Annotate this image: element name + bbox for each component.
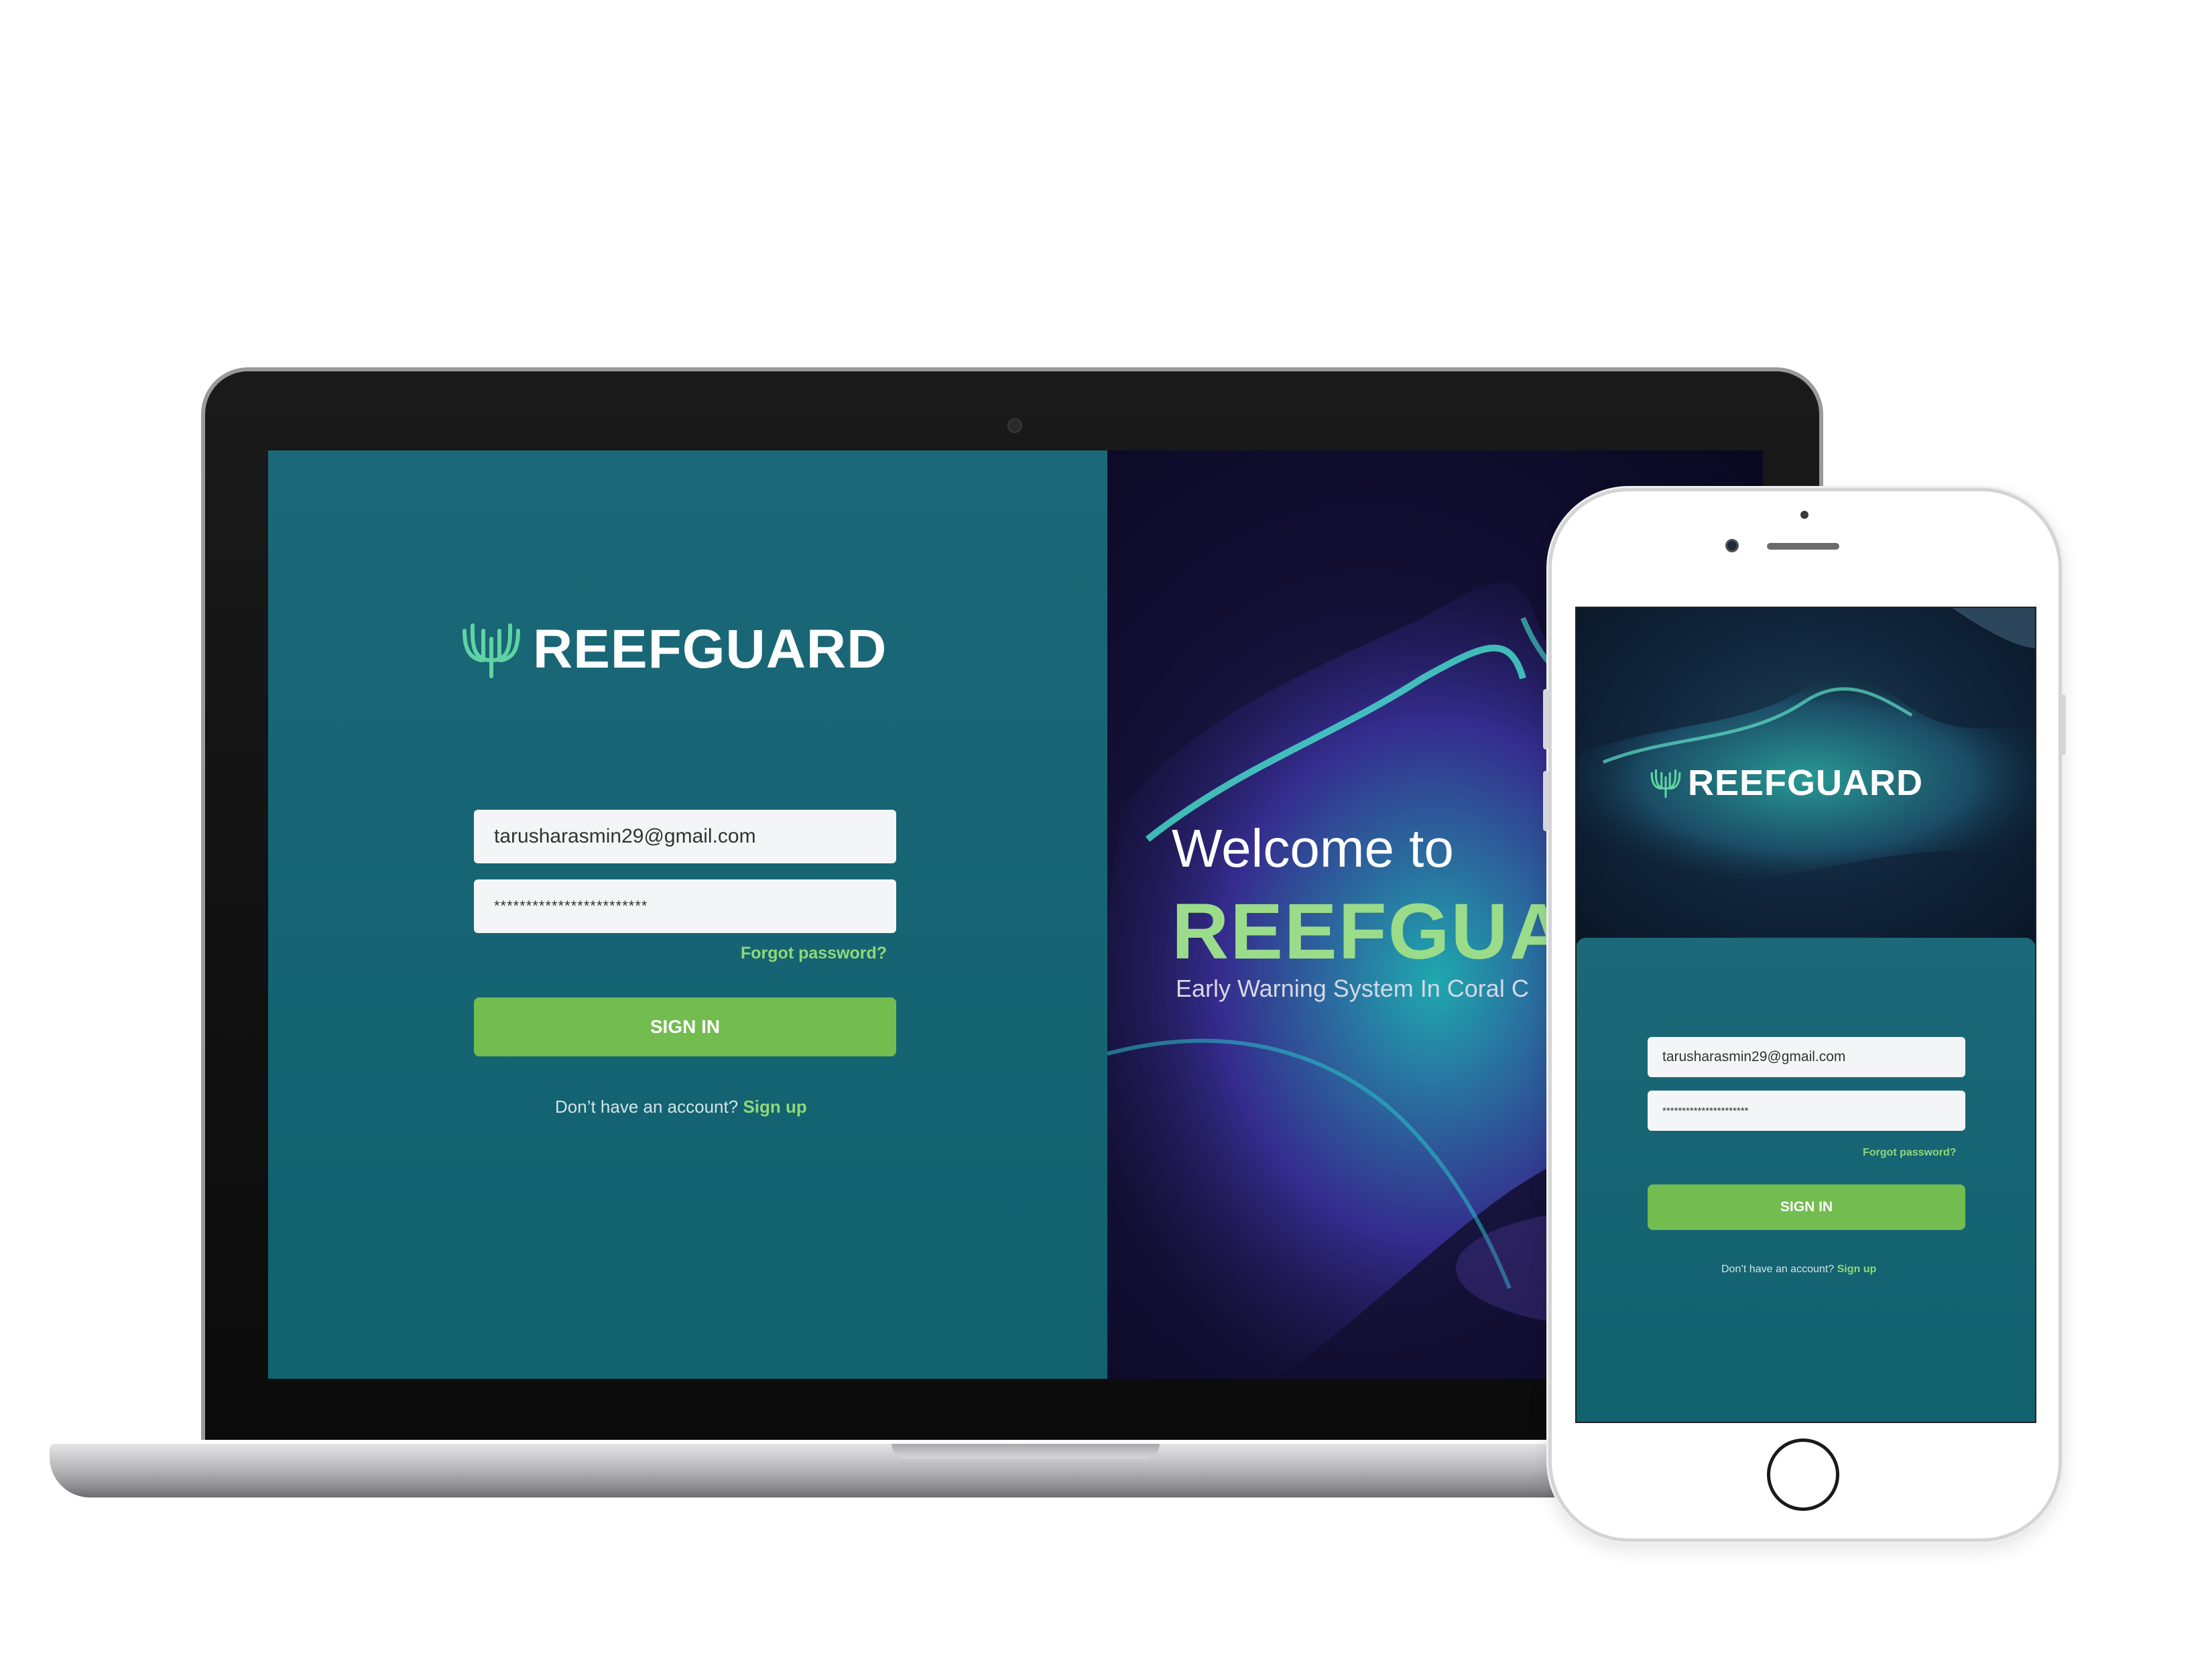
signup-row: Don’t have an account? Sign up bbox=[1721, 1264, 1876, 1276]
password-field[interactable]: ************************ bbox=[474, 879, 896, 933]
phone-hero: REEFGUARD bbox=[1577, 608, 2035, 943]
hero-welcome: Welcome to bbox=[1172, 818, 1454, 878]
laptop-camera bbox=[1007, 418, 1022, 433]
brand-logo: REEFGUARD bbox=[459, 618, 887, 681]
signup-prompt: Don’t have an account? bbox=[1721, 1264, 1835, 1275]
hero-title: REEFGUA bbox=[1172, 887, 1568, 976]
brand-name: REEFGUARD bbox=[1688, 763, 1924, 803]
forgot-password-link[interactable]: Forgot password? bbox=[1863, 1147, 1957, 1159]
phone-screen: REEFGUARD tarusharasmin29@gmail.com ****… bbox=[1575, 607, 2036, 1423]
phone-volume-button bbox=[1543, 771, 1548, 831]
login-panel: REEFGUARD tarusharasmin29@gmail.com ****… bbox=[268, 450, 1107, 1379]
phone-front-camera bbox=[1725, 539, 1739, 552]
sign-in-button[interactable]: SIGN IN bbox=[474, 997, 896, 1056]
brand-logo: REEFGUARD bbox=[1649, 762, 1923, 804]
email-field[interactable]: tarusharasmin29@gmail.com bbox=[1648, 1037, 1965, 1077]
sign-in-button[interactable]: SIGN IN bbox=[1648, 1184, 1965, 1230]
password-field[interactable]: ********************** bbox=[1648, 1091, 1965, 1131]
coral-logo-icon bbox=[463, 623, 520, 678]
phone-sensor bbox=[1800, 511, 1808, 519]
brand-name: REEFGUARD bbox=[533, 619, 887, 680]
phone-speaker bbox=[1767, 543, 1839, 550]
phone-volume-button bbox=[1543, 689, 1548, 749]
signup-row: Don’t have an account? Sign up bbox=[555, 1097, 807, 1117]
sign-up-link[interactable]: Sign up bbox=[743, 1097, 806, 1117]
hero-tagline: Early Warning System In Coral C bbox=[1176, 975, 1529, 1002]
phone-power-button bbox=[2061, 694, 2066, 755]
laptop-screen: REEFGUARD tarusharasmin29@gmail.com ****… bbox=[268, 450, 1763, 1379]
forgot-password-link[interactable]: Forgot password? bbox=[741, 944, 887, 963]
coral-logo-icon bbox=[1650, 769, 1681, 798]
email-field[interactable]: tarusharasmin29@gmail.com bbox=[474, 810, 896, 863]
laptop-notch bbox=[892, 1444, 1160, 1459]
signup-prompt: Don’t have an account? bbox=[555, 1097, 739, 1117]
phone-home-button[interactable] bbox=[1767, 1438, 1839, 1511]
phone-login-panel bbox=[1577, 938, 2035, 1422]
sign-up-link[interactable]: Sign up bbox=[1837, 1264, 1877, 1275]
